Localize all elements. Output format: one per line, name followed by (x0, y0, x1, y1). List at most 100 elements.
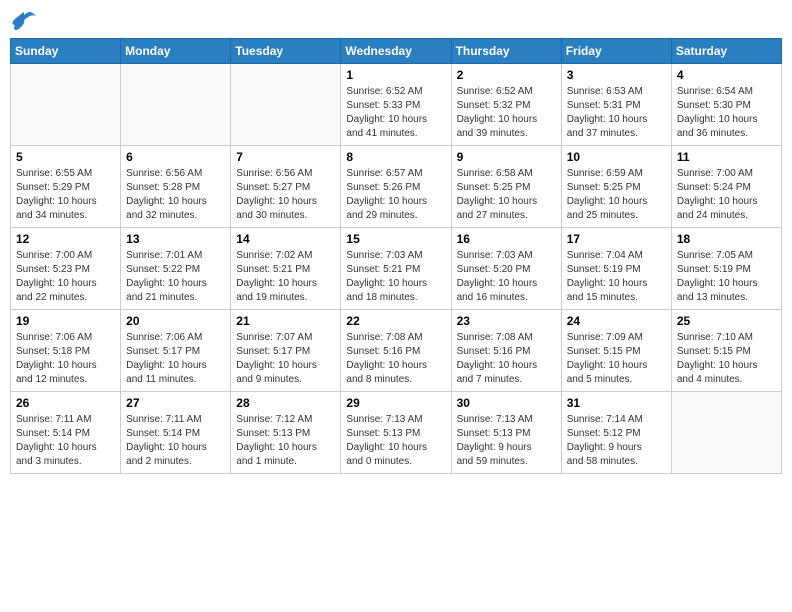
day-info: Sunrise: 7:12 AM Sunset: 5:13 PM Dayligh… (236, 413, 335, 469)
day-number: 1 (346, 68, 445, 82)
day-info: Sunrise: 6:56 AM Sunset: 5:28 PM Dayligh… (126, 167, 225, 223)
day-number: 8 (346, 150, 445, 164)
day-info: Sunrise: 7:11 AM Sunset: 5:14 PM Dayligh… (16, 413, 115, 469)
day-number: 26 (16, 396, 115, 410)
day-number: 24 (567, 314, 666, 328)
calendar-cell: 26 Sunrise: 7:11 AM Sunset: 5:14 PM Dayli… (11, 392, 121, 474)
calendar-week-4: 19Sunrise: 7:06 AM Sunset: 5:18 PM Dayli… (11, 310, 782, 392)
day-number: 18 (677, 232, 776, 246)
calendar-cell: 1 Sunrise: 6:52 AM Sunset: 5:33 PM Daylig… (341, 64, 451, 146)
day-number: 27 (126, 396, 225, 410)
calendar-cell: 6 Sunrise: 6:56 AM Sunset: 5:28 PM Daylig… (121, 146, 231, 228)
day-info: Sunrise: 7:02 AM Sunset: 5:21 PM Dayligh… (236, 249, 335, 305)
day-info: Sunrise: 7:06 AM Sunset: 5:17 PM Dayligh… (126, 331, 225, 387)
day-info: Sunrise: 7:00 AM Sunset: 5:23 PM Dayligh… (16, 249, 115, 305)
calendar-header-friday: Friday (561, 39, 671, 64)
calendar-cell (11, 64, 121, 146)
day-number: 5 (16, 150, 115, 164)
calendar-cell: 13 Sunrise: 7:01 AM Sunset: 5:22 PM Dayli… (121, 228, 231, 310)
day-number: 30 (457, 396, 556, 410)
calendar-cell: 9Sunrise: 6:58 AM Sunset: 5:25 PM Daylig… (451, 146, 561, 228)
day-info: Sunrise: 7:07 AM Sunset: 5:17 PM Dayligh… (236, 331, 335, 387)
calendar-cell: 29 Sunrise: 7:13 AM Sunset: 5:13 PM Dayli… (341, 392, 451, 474)
day-number: 12 (16, 232, 115, 246)
day-number: 4 (677, 68, 776, 82)
calendar-cell: 12 Sunrise: 7:00 AM Sunset: 5:23 PM Dayli… (11, 228, 121, 310)
day-number: 15 (346, 232, 445, 246)
day-info: Sunrise: 7:03 AM Sunset: 5:21 PM Dayligh… (346, 249, 445, 305)
day-info: Sunrise: 6:52 AM Sunset: 5:32 PM Dayligh… (457, 85, 556, 141)
page-header (10, 10, 782, 32)
day-number: 25 (677, 314, 776, 328)
day-info: Sunrise: 7:05 AM Sunset: 5:19 PM Dayligh… (677, 249, 776, 305)
calendar-cell: 25 Sunrise: 7:10 AM Sunset: 5:15 PM Dayli… (671, 310, 781, 392)
calendar-header-sunday: Sunday (11, 39, 121, 64)
calendar-cell: 17Sunrise: 7:04 AM Sunset: 5:19 PM Dayli… (561, 228, 671, 310)
calendar-header-saturday: Saturday (671, 39, 781, 64)
calendar-cell: 27 Sunrise: 7:11 AM Sunset: 5:14 PM Dayli… (121, 392, 231, 474)
calendar-cell: 19Sunrise: 7:06 AM Sunset: 5:18 PM Dayli… (11, 310, 121, 392)
day-number: 7 (236, 150, 335, 164)
day-number: 29 (346, 396, 445, 410)
calendar-cell (121, 64, 231, 146)
calendar-week-5: 26 Sunrise: 7:11 AM Sunset: 5:14 PM Dayli… (11, 392, 782, 474)
day-info: Sunrise: 7:08 AM Sunset: 5:16 PM Dayligh… (457, 331, 556, 387)
calendar-cell: 20 Sunrise: 7:06 AM Sunset: 5:17 PM Dayli… (121, 310, 231, 392)
day-info: Sunrise: 7:04 AM Sunset: 5:19 PM Dayligh… (567, 249, 666, 305)
calendar-cell: 4 Sunrise: 6:54 AM Sunset: 5:30 PM Daylig… (671, 64, 781, 146)
calendar-cell: 14Sunrise: 7:02 AM Sunset: 5:21 PM Dayli… (231, 228, 341, 310)
day-info: Sunrise: 6:56 AM Sunset: 5:27 PM Dayligh… (236, 167, 335, 223)
calendar-cell: 5 Sunrise: 6:55 AM Sunset: 5:29 PM Daylig… (11, 146, 121, 228)
calendar-cell: 22Sunrise: 7:08 AM Sunset: 5:16 PM Dayli… (341, 310, 451, 392)
day-number: 13 (126, 232, 225, 246)
calendar-cell: 16Sunrise: 7:03 AM Sunset: 5:20 PM Dayli… (451, 228, 561, 310)
calendar-header-tuesday: Tuesday (231, 39, 341, 64)
day-info: Sunrise: 6:55 AM Sunset: 5:29 PM Dayligh… (16, 167, 115, 223)
day-info: Sunrise: 6:52 AM Sunset: 5:33 PM Dayligh… (346, 85, 445, 141)
calendar-table: SundayMondayTuesdayWednesdayThursdayFrid… (10, 38, 782, 474)
calendar-body: 1 Sunrise: 6:52 AM Sunset: 5:33 PM Daylig… (11, 64, 782, 474)
calendar-week-1: 1 Sunrise: 6:52 AM Sunset: 5:33 PM Daylig… (11, 64, 782, 146)
calendar-cell: 2 Sunrise: 6:52 AM Sunset: 5:32 PM Daylig… (451, 64, 561, 146)
calendar-cell (231, 64, 341, 146)
day-number: 28 (236, 396, 335, 410)
day-info: Sunrise: 6:58 AM Sunset: 5:25 PM Dayligh… (457, 167, 556, 223)
calendar-cell: 7 Sunrise: 6:56 AM Sunset: 5:27 PM Daylig… (231, 146, 341, 228)
day-info: Sunrise: 7:08 AM Sunset: 5:16 PM Dayligh… (346, 331, 445, 387)
day-info: Sunrise: 7:13 AM Sunset: 5:13 PM Dayligh… (457, 413, 556, 469)
calendar-header-monday: Monday (121, 39, 231, 64)
day-info: Sunrise: 6:53 AM Sunset: 5:31 PM Dayligh… (567, 85, 666, 141)
calendar-header-row: SundayMondayTuesdayWednesdayThursdayFrid… (11, 39, 782, 64)
day-number: 3 (567, 68, 666, 82)
day-number: 19 (16, 314, 115, 328)
day-info: Sunrise: 7:11 AM Sunset: 5:14 PM Dayligh… (126, 413, 225, 469)
day-info: Sunrise: 7:01 AM Sunset: 5:22 PM Dayligh… (126, 249, 225, 305)
day-info: Sunrise: 7:00 AM Sunset: 5:24 PM Dayligh… (677, 167, 776, 223)
logo (10, 10, 42, 32)
calendar-cell: 21Sunrise: 7:07 AM Sunset: 5:17 PM Dayli… (231, 310, 341, 392)
calendar-week-2: 5 Sunrise: 6:55 AM Sunset: 5:29 PM Daylig… (11, 146, 782, 228)
calendar-header-wednesday: Wednesday (341, 39, 451, 64)
day-info: Sunrise: 7:13 AM Sunset: 5:13 PM Dayligh… (346, 413, 445, 469)
day-number: 16 (457, 232, 556, 246)
calendar-cell: 31 Sunrise: 7:14 AM Sunset: 5:12 PM Dayli… (561, 392, 671, 474)
day-number: 10 (567, 150, 666, 164)
day-info: Sunrise: 7:10 AM Sunset: 5:15 PM Dayligh… (677, 331, 776, 387)
calendar-cell: 28 Sunrise: 7:12 AM Sunset: 5:13 PM Dayli… (231, 392, 341, 474)
calendar-cell: 23Sunrise: 7:08 AM Sunset: 5:16 PM Dayli… (451, 310, 561, 392)
day-info: Sunrise: 6:57 AM Sunset: 5:26 PM Dayligh… (346, 167, 445, 223)
day-number: 6 (126, 150, 225, 164)
calendar-cell (671, 392, 781, 474)
calendar-cell: 30 Sunrise: 7:13 AM Sunset: 5:13 PM Dayli… (451, 392, 561, 474)
day-number: 20 (126, 314, 225, 328)
calendar-cell: 3 Sunrise: 6:53 AM Sunset: 5:31 PM Daylig… (561, 64, 671, 146)
day-number: 31 (567, 396, 666, 410)
day-number: 2 (457, 68, 556, 82)
calendar-cell: 10Sunrise: 6:59 AM Sunset: 5:25 PM Dayli… (561, 146, 671, 228)
calendar-cell: 8 Sunrise: 6:57 AM Sunset: 5:26 PM Daylig… (341, 146, 451, 228)
calendar-cell: 11 Sunrise: 7:00 AM Sunset: 5:24 PM Dayli… (671, 146, 781, 228)
day-number: 11 (677, 150, 776, 164)
day-info: Sunrise: 6:54 AM Sunset: 5:30 PM Dayligh… (677, 85, 776, 141)
day-info: Sunrise: 7:14 AM Sunset: 5:12 PM Dayligh… (567, 413, 666, 469)
calendar-cell: 24Sunrise: 7:09 AM Sunset: 5:15 PM Dayli… (561, 310, 671, 392)
